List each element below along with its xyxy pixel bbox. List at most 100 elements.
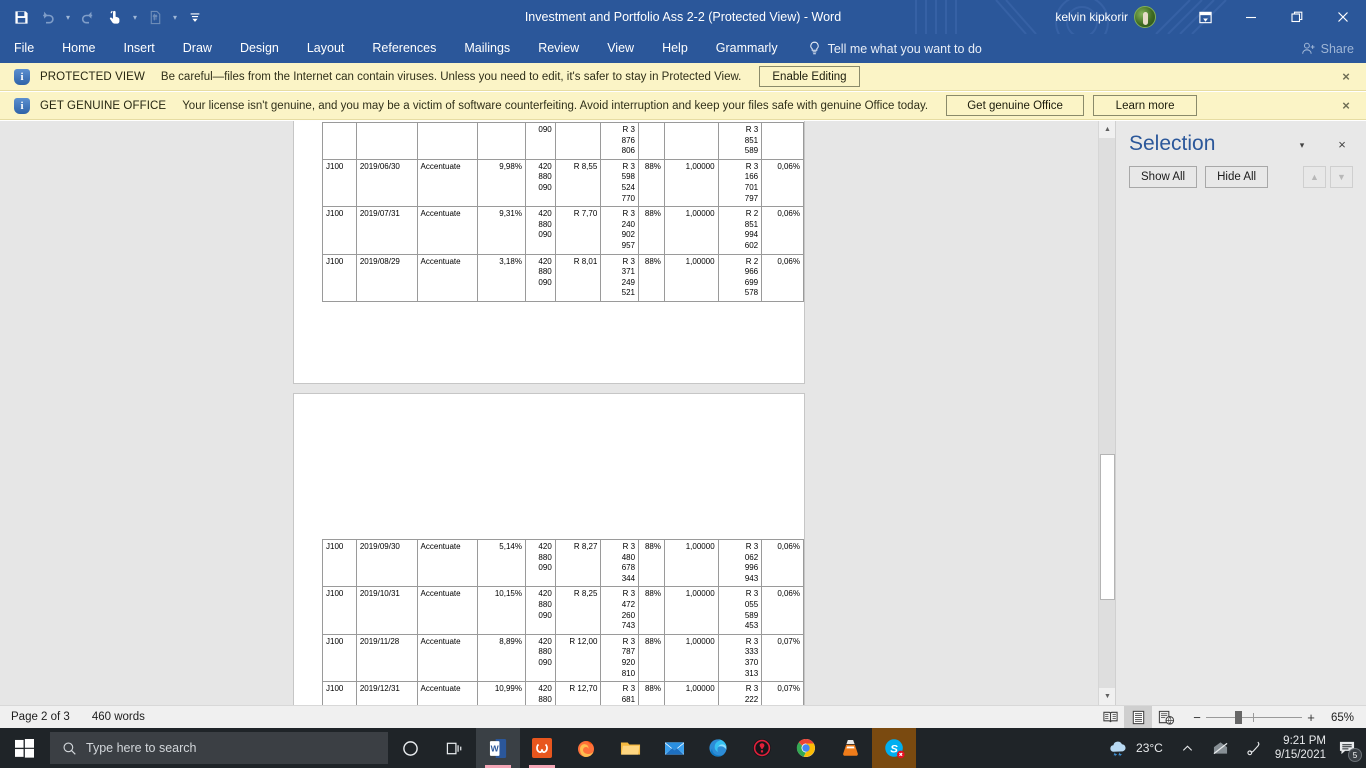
clock[interactable]: 9:21 PM 9/15/2021 [1271,734,1334,762]
tab-grammarly[interactable]: Grammarly [702,34,792,63]
pane-options-chevron-down-icon[interactable]: ▾ [1293,136,1311,154]
account-name[interactable]: kelvin kipkorir [1055,10,1134,24]
info-icon: i [14,68,30,85]
redo-icon[interactable] [75,4,101,30]
move-down-icon[interactable]: ▼ [1330,166,1353,188]
read-mode-button[interactable] [1096,706,1124,729]
close-protected-view-bar-icon[interactable]: × [1338,69,1354,85]
cell-pct: 10,99% [477,681,526,705]
word-window: ▾ ▾ ▾ Investment and Portfolio Ass 2-2 (… [0,0,1366,768]
title-bar: ▾ ▾ ▾ Investment and Portfolio Ass 2-2 (… [0,0,1366,34]
touch-mouse-mode-icon[interactable] [102,4,128,30]
taskbar-apps: W S [388,728,916,768]
tab-references[interactable]: References [358,34,450,63]
chrome-icon[interactable] [784,728,828,768]
zoom-level[interactable]: 65% [1320,712,1366,724]
save-icon[interactable] [8,4,34,30]
show-hidden-icons-chevron-up-icon[interactable] [1172,728,1203,768]
clock-date: 9/15/2021 [1274,749,1326,761]
show-all-button[interactable]: Show All [1129,166,1198,188]
move-up-icon[interactable]: ▲ [1303,166,1326,188]
cell-price: R 8,25 [554,586,602,635]
firefox-icon[interactable] [564,728,608,768]
cell-weight: 88% [638,538,665,588]
document-canvas[interactable]: 090 R 3 876 806 R 3 851 589 J100 2019/06… [0,121,1098,705]
vertical-scrollbar[interactable]: ▲ ▼ [1098,121,1116,705]
new-document-dropdown-chevron-icon[interactable]: ▾ [169,4,181,30]
network-disconnected-icon[interactable] [1203,728,1238,768]
workspace: 090 R 3 876 806 R 3 851 589 J100 2019/06… [0,121,1366,705]
scrollbar-thumb[interactable] [1100,454,1115,600]
table-row: J100 2019/06/30 Accentuate 9,98% 420 880… [322,158,804,208]
hide-all-button[interactable]: Hide All [1205,166,1269,188]
cell-pct: 5,14% [477,538,526,588]
edge-icon[interactable] [696,728,740,768]
enable-editing-button[interactable]: Enable Editing [759,66,860,87]
cell-value: R 3 240 902 957 [600,206,639,255]
cell-date: 2019/12/31 [355,681,418,705]
notifications-button[interactable]: 5 [1334,728,1366,768]
antivirus-icon[interactable] [740,728,784,768]
cortana-icon[interactable] [388,728,432,768]
tab-mailings[interactable]: Mailings [450,34,524,63]
mail-icon[interactable] [652,728,696,768]
share-button[interactable]: Share [1301,34,1354,63]
tab-insert[interactable]: Insert [110,34,169,63]
vlc-icon[interactable] [828,728,872,768]
web-layout-button[interactable] [1152,706,1180,729]
tab-review[interactable]: Review [524,34,593,63]
tab-layout[interactable]: Layout [293,34,359,63]
tab-file[interactable]: File [0,34,48,63]
cell-pct [477,122,526,160]
quick-access-toolbar[interactable]: ▾ ▾ ▾ [0,0,208,34]
close-genuine-office-bar-icon[interactable]: × [1338,98,1354,114]
zoom-control[interactable]: − + 65% [1180,706,1366,729]
scroll-down-arrow-icon[interactable]: ▼ [1099,688,1116,705]
task-view-icon[interactable] [432,728,476,768]
start-button[interactable] [0,728,48,768]
undo-dropdown-chevron-icon[interactable]: ▾ [62,4,74,30]
tab-view[interactable]: View [593,34,648,63]
get-genuine-office-button[interactable]: Get genuine Office [946,95,1085,116]
tab-design[interactable]: Design [226,34,293,63]
word-count[interactable]: 460 words [81,711,156,723]
page-indicator[interactable]: Page 2 of 3 [0,711,81,723]
cell-date: 2019/06/30 [355,158,418,208]
zoom-slider-thumb[interactable] [1235,711,1242,724]
table-row: J100 2019/08/29 Accentuate 3,18% 420 880… [322,253,804,302]
lightbulb-icon [808,41,821,56]
ribbon-display-options-icon[interactable] [1182,0,1228,34]
scroll-up-arrow-icon[interactable]: ▲ [1099,121,1116,138]
search-input[interactable]: Type here to search [50,732,388,764]
close-selection-pane-icon[interactable]: × [1333,135,1351,153]
file-explorer-icon[interactable] [608,728,652,768]
cell-units: 420 880 090 [524,158,556,208]
windows-ink-pen-icon[interactable] [1238,728,1271,768]
skype-icon[interactable]: S [872,728,916,768]
restore-button[interactable] [1274,0,1320,34]
portfolio-table-page-1: 090 R 3 876 806 R 3 851 589 J100 2019/06… [322,122,804,302]
undo-icon[interactable] [35,4,61,30]
zoom-out-button[interactable]: − [1188,710,1206,725]
tab-home[interactable]: Home [48,34,109,63]
learn-more-button[interactable]: Learn more [1093,95,1198,116]
tab-draw[interactable]: Draw [169,34,226,63]
customize-quick-access-toolbar-icon[interactable] [182,4,208,30]
avatar[interactable] [1134,6,1156,28]
tab-help[interactable]: Help [648,34,702,63]
zoom-slider[interactable] [1206,706,1302,729]
minimize-button[interactable] [1228,0,1274,34]
close-button[interactable] [1320,0,1366,34]
weather-widget[interactable]: 23°C [1098,728,1172,768]
cell-last: 0,06% [761,206,804,255]
touch-mode-dropdown-chevron-icon[interactable]: ▾ [129,4,141,30]
scrollbar-track[interactable] [1099,138,1116,688]
grammarly-icon[interactable] [520,728,564,768]
cell-amount: R 3 055 589 453 [717,586,763,635]
new-blank-document-icon[interactable] [142,4,168,30]
print-layout-button[interactable] [1124,706,1152,729]
zoom-in-button[interactable]: + [1302,710,1320,725]
tell-me-search[interactable]: Tell me what you want to do [808,41,982,56]
info-icon: i [14,97,30,114]
word-icon[interactable]: W [476,728,520,768]
